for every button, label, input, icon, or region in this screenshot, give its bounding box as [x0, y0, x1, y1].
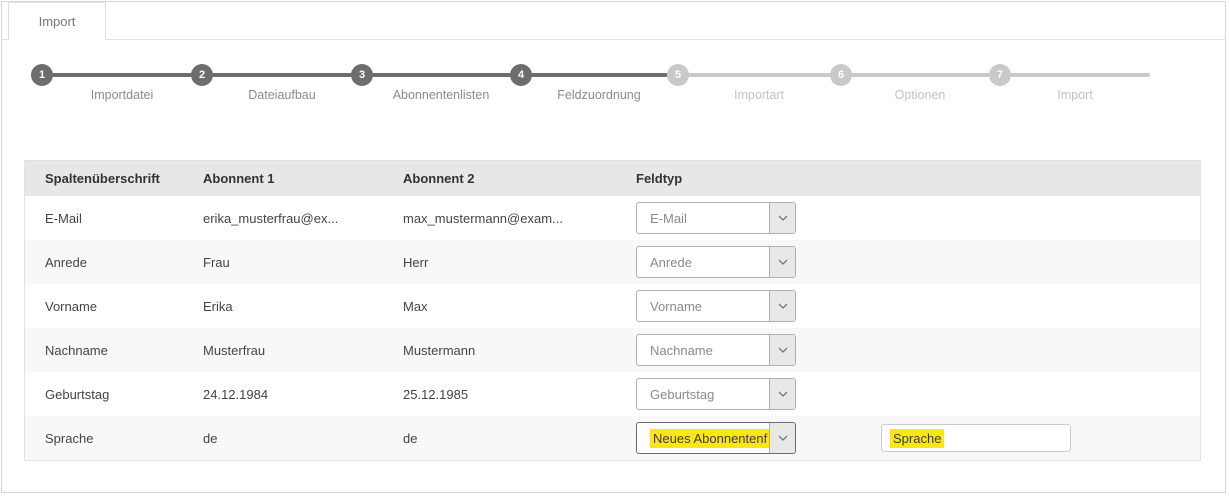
- chevron-down-icon: [769, 423, 795, 453]
- step-label-optionen: Optionen: [835, 88, 1005, 102]
- chevron-down-icon: [769, 203, 795, 233]
- cell-subscriber1: Musterfrau: [203, 343, 403, 358]
- step-segment-4-5: [531, 73, 668, 77]
- step-label-import: Import: [990, 88, 1160, 102]
- cell-subscriber1: Erika: [203, 299, 403, 314]
- fieldtype-select-value: Neues Abonnentenf: [637, 423, 769, 453]
- step-number: 2: [199, 69, 205, 81]
- step-number: 7: [997, 69, 1003, 81]
- tab-bar: Import: [2, 2, 1225, 40]
- fieldtype-select-nachname[interactable]: Nachname: [636, 334, 796, 366]
- highlighted-select-text: Neues Abonnentenf: [650, 429, 769, 448]
- tab-import-label: Import: [39, 14, 76, 29]
- step-circle-7: 7: [989, 64, 1011, 86]
- fieldtype-select-value: Anrede: [637, 247, 769, 277]
- step-number: 3: [359, 69, 365, 81]
- step-segment-7-end: [1010, 73, 1150, 77]
- step-label-abonnentenlisten: Abonnentenlisten: [356, 88, 526, 102]
- fieldtype-select-anrede[interactable]: Anrede: [636, 246, 796, 278]
- cell-column-header: Geburtstag: [45, 387, 203, 402]
- cell-subscriber1: erika_musterfrau@ex...: [203, 211, 403, 226]
- step-label-feldzuordnung: Feldzuordnung: [514, 88, 684, 102]
- header-spaltenueberschrift: Spaltenüberschrift: [45, 171, 203, 186]
- step-circle-2[interactable]: 2: [191, 64, 213, 86]
- table-row: Anrede Frau Herr Anrede: [25, 240, 1200, 284]
- table-header-row: Spaltenüberschrift Abonnent 1 Abonnent 2…: [25, 161, 1200, 196]
- table-row: Geburtstag 24.12.1984 25.12.1985 Geburts…: [25, 372, 1200, 416]
- step-label-importart: Importart: [674, 88, 844, 102]
- cell-column-header: Nachname: [45, 343, 203, 358]
- step-label-dateiaufbau: Dateiaufbau: [197, 88, 367, 102]
- cell-column-header: Vorname: [45, 299, 203, 314]
- cell-subscriber1: Frau: [203, 255, 403, 270]
- step-circle-4[interactable]: 4: [510, 64, 532, 86]
- step-segment-3-4: [372, 73, 511, 77]
- chevron-down-icon: [769, 379, 795, 409]
- fieldtype-select-vorname[interactable]: Vorname: [636, 290, 796, 322]
- cell-column-header: Sprache: [45, 431, 203, 446]
- header-abonnent-2: Abonnent 2: [403, 171, 636, 186]
- step-circle-3[interactable]: 3: [351, 64, 373, 86]
- header-feldtyp: Feldtyp: [636, 171, 1200, 186]
- fieldtype-select-value: Geburtstag: [637, 379, 769, 409]
- table-row: Nachname Musterfrau Mustermann Nachname: [25, 328, 1200, 372]
- chevron-down-icon: [769, 247, 795, 277]
- table-row: Vorname Erika Max Vorname: [25, 284, 1200, 328]
- header-abonnent-1: Abonnent 1: [203, 171, 403, 186]
- cell-column-header: Anrede: [45, 255, 203, 270]
- step-number: 5: [675, 69, 681, 81]
- fieldtype-select-value: Nachname: [637, 335, 769, 365]
- field-mapping-table: Spaltenüberschrift Abonnent 1 Abonnent 2…: [24, 160, 1201, 461]
- tab-bar-divider: [2, 39, 1225, 40]
- step-circle-6: 6: [830, 64, 852, 86]
- chevron-down-icon: [769, 335, 795, 365]
- new-field-name-input[interactable]: Sprache: [881, 424, 1071, 452]
- chevron-down-icon: [769, 291, 795, 321]
- fieldtype-select-email[interactable]: E-Mail: [636, 202, 796, 234]
- fieldtype-select-sprache[interactable]: Neues Abonnentenf: [636, 422, 796, 454]
- step-number: 6: [838, 69, 844, 81]
- highlighted-input-text: Sprache: [890, 429, 944, 448]
- step-segment-5-6: [688, 73, 831, 77]
- step-segment-1-2: [52, 73, 192, 77]
- import-wizard-panel: Import 1 2 3 4 5 6 7 Importdatei Dateiau…: [1, 1, 1226, 493]
- cell-subscriber2: Mustermann: [403, 343, 636, 358]
- cell-subscriber1: de: [203, 431, 403, 446]
- fieldtype-select-geburtstag[interactable]: Geburtstag: [636, 378, 796, 410]
- step-number: 1: [39, 69, 45, 81]
- step-segment-6-7: [851, 73, 990, 77]
- cell-subscriber2: Herr: [403, 255, 636, 270]
- step-number: 4: [518, 69, 524, 81]
- cell-subscriber2: 25.12.1985: [403, 387, 636, 402]
- step-circle-1[interactable]: 1: [31, 64, 53, 86]
- cell-column-header: E-Mail: [45, 211, 203, 226]
- fieldtype-select-value: E-Mail: [637, 203, 769, 233]
- step-circle-5: 5: [667, 64, 689, 86]
- cell-subscriber2: max_mustermann@exam...: [403, 211, 636, 226]
- step-segment-2-3: [212, 73, 352, 77]
- cell-subscriber1: 24.12.1984: [203, 387, 403, 402]
- table-row: Sprache de de Neues Abonnentenf Sprache: [25, 416, 1200, 460]
- fieldtype-select-value: Vorname: [637, 291, 769, 321]
- table-row: E-Mail erika_musterfrau@ex... max_muster…: [25, 196, 1200, 240]
- step-label-importdatei: Importdatei: [37, 88, 207, 102]
- cell-subscriber2: de: [403, 431, 636, 446]
- tab-import[interactable]: Import: [8, 2, 106, 40]
- cell-subscriber2: Max: [403, 299, 636, 314]
